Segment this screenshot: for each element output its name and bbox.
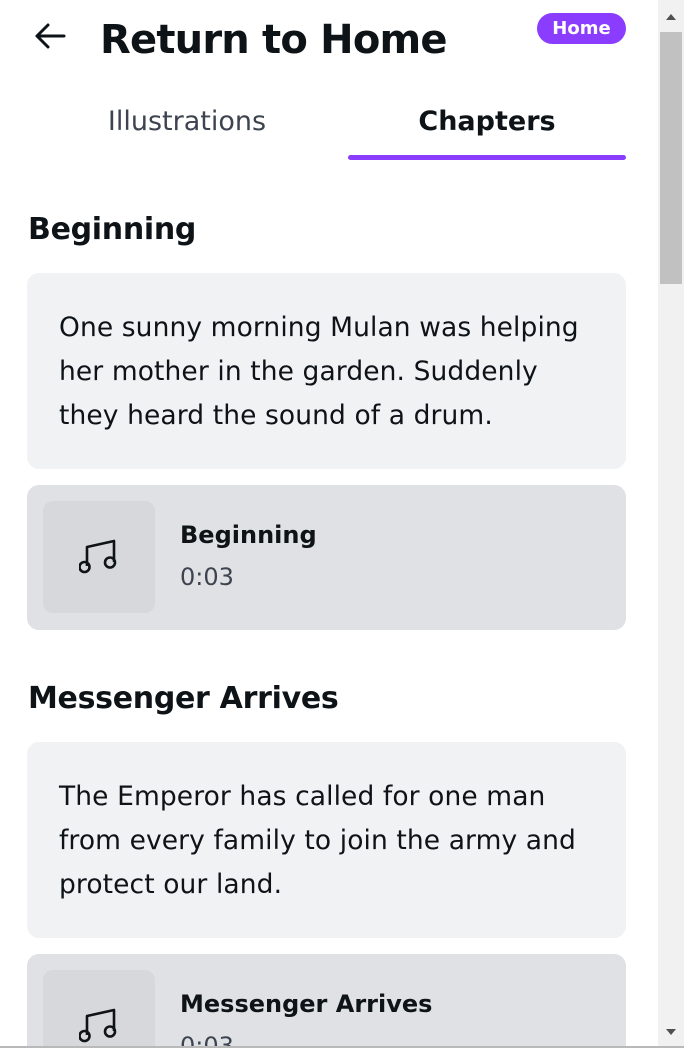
vertical-scrollbar[interactable]: [658, 0, 684, 1050]
chapter-text-card: One sunny morning Mulan was helping her …: [27, 273, 626, 469]
back-button[interactable]: [30, 20, 70, 56]
active-tab-indicator: [348, 155, 626, 160]
chapter-text-card: The Emperor has called for one man from …: [27, 742, 626, 938]
tab-bar: Illustrations Chapters: [28, 95, 626, 161]
story-panel: Return to Home Home Illustrations Chapte…: [0, 0, 658, 1050]
chapter-text: One sunny morning Mulan was helping her …: [59, 312, 579, 431]
window-bottom-edge: [0, 1046, 684, 1050]
audio-duration: 0:03: [180, 563, 234, 591]
audio-thumbnail: [43, 501, 155, 613]
audio-name: Beginning: [180, 521, 317, 549]
page-title[interactable]: Return to Home: [100, 14, 448, 66]
music-note-icon: [78, 535, 119, 579]
audio-card[interactable]: Beginning 0:03: [27, 485, 626, 630]
music-note-icon: [78, 1004, 119, 1048]
audio-card[interactable]: Messenger Arrives 0:03: [27, 954, 626, 1050]
triangle-up-icon: [665, 6, 677, 25]
tab-illustrations[interactable]: Illustrations: [28, 95, 346, 161]
home-badge[interactable]: Home: [537, 13, 626, 44]
chapter-title: Beginning: [28, 212, 197, 247]
scrollbar-thumb[interactable]: [660, 32, 682, 284]
audio-name: Messenger Arrives: [180, 990, 433, 1018]
arrow-left-icon: [33, 22, 67, 54]
scroll-down-button[interactable]: [658, 1016, 684, 1044]
triangle-down-icon: [665, 1021, 677, 1040]
chapter-title: Messenger Arrives: [28, 681, 339, 716]
chapter-text: The Emperor has called for one man from …: [59, 781, 576, 900]
audio-thumbnail: [43, 970, 155, 1050]
header: Return to Home Home: [0, 0, 658, 80]
scroll-up-button[interactable]: [658, 0, 684, 30]
tab-chapters[interactable]: Chapters: [348, 95, 626, 161]
